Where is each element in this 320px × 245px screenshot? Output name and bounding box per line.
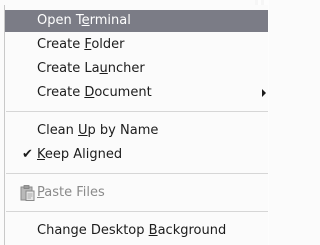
menu-item-label: Keep Aligned <box>37 147 123 162</box>
menu-item-label: Clean Up by Name <box>37 123 159 138</box>
menu-item-create-folder[interactable]: Create Folder <box>5 34 268 56</box>
menu-item-change-desktop-background[interactable]: Change Desktop Background <box>5 220 268 242</box>
menu-item-create-launcher[interactable]: Create Launcher <box>5 58 268 80</box>
menu-separator <box>6 211 268 212</box>
menu-item-clean-up-by-name[interactable]: Clean Up by Name <box>5 120 268 142</box>
submenu-arrow-icon <box>262 89 266 97</box>
menu-item-create-document[interactable]: Create Document <box>5 82 268 104</box>
menu-item-label: Create Folder <box>37 37 125 52</box>
desktop-context-menu: Open Terminal Create Folder Create Launc… <box>4 5 268 245</box>
menu-separator <box>6 173 268 174</box>
menu-item-label: Create Launcher <box>37 61 145 76</box>
menu-item-label: Paste Files <box>37 185 105 200</box>
menu-item-label: Open Terminal <box>37 13 131 28</box>
menu-item-keep-aligned[interactable]: ✔ Keep Aligned <box>5 144 268 166</box>
menu-item-label: Create Document <box>37 85 152 100</box>
menu-separator <box>6 111 268 112</box>
menu-item-open-terminal[interactable]: Open Terminal <box>5 10 268 32</box>
menu-item-label: Change Desktop Background <box>37 223 227 238</box>
menu-item-paste-files[interactable]: Paste Files <box>5 182 268 204</box>
checkmark-icon: ✔ <box>22 147 33 162</box>
paste-icon <box>20 185 35 201</box>
